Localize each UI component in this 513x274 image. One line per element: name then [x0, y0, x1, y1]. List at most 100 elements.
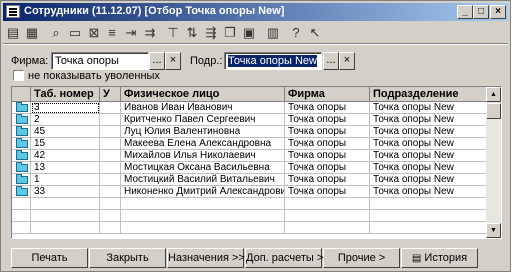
- history-button[interactable]: ▤ История: [401, 248, 478, 268]
- scroll-down-icon[interactable]: ▼: [486, 223, 501, 238]
- cell-department[interactable]: Точка опоры New: [370, 162, 487, 174]
- cell-department[interactable]: [370, 210, 487, 222]
- cell-firm[interactable]: Точка опоры: [285, 102, 370, 114]
- row-icon-cell[interactable]: [12, 210, 31, 222]
- grid-icon[interactable]: ▣: [241, 25, 257, 41]
- cell-firm[interactable]: Точка опоры: [285, 162, 370, 174]
- header-department[interactable]: Подразделение: [370, 87, 487, 102]
- title-bar[interactable]: Сотрудники (11.12.07) [Отбор Точка опоры…: [3, 3, 508, 21]
- row-icon-cell[interactable]: [12, 102, 31, 114]
- cell-department[interactable]: Точка опоры New: [370, 186, 487, 198]
- header-person[interactable]: Физическое лицо: [121, 87, 285, 102]
- cell-u[interactable]: [100, 222, 121, 234]
- cell-u[interactable]: [100, 186, 121, 198]
- cell-tab-number[interactable]: 45: [31, 126, 100, 138]
- scroll-up-icon[interactable]: ▲: [486, 87, 501, 102]
- row-icon-cell[interactable]: [12, 222, 31, 234]
- cell-person[interactable]: Иванов Иван Иванович: [121, 102, 285, 114]
- cell-firm[interactable]: Точка опоры: [285, 174, 370, 186]
- cell-department[interactable]: [370, 198, 487, 210]
- table-row[interactable]: 15 Макеева Елена Александровна Точка опоры…: [12, 138, 487, 150]
- header-firm[interactable]: Фирма: [285, 87, 370, 102]
- cell-department[interactable]: Точка опоры New: [370, 126, 487, 138]
- vertical-scrollbar[interactable]: ▲ ▼: [486, 87, 501, 238]
- cell-department[interactable]: Точка опоры New: [370, 174, 487, 186]
- cell-u[interactable]: [100, 174, 121, 186]
- header-u[interactable]: У: [100, 87, 121, 102]
- cell-tab-number[interactable]: [31, 222, 100, 234]
- cell-firm[interactable]: [285, 210, 370, 222]
- row-icon-cell[interactable]: [12, 198, 31, 210]
- cell-person[interactable]: Луц Юлия Валентиновна: [121, 126, 285, 138]
- cell-department[interactable]: Точка опоры New: [370, 150, 487, 162]
- cursor-help-icon[interactable]: ↖: [307, 25, 323, 41]
- cell-tab-number[interactable]: [31, 198, 100, 210]
- cell-firm[interactable]: Точка опоры: [285, 186, 370, 198]
- cell-tab-number[interactable]: 15: [31, 138, 100, 150]
- cell-firm[interactable]: Точка опоры: [285, 150, 370, 162]
- cell-person[interactable]: Мостицкий Василий Витальевич: [121, 174, 285, 186]
- table-row[interactable]: 2 Критченко Павел Сергеевич Точка опоры Точ…: [12, 114, 487, 126]
- header-tab-number[interactable]: Таб. номер: [31, 87, 100, 102]
- firm-clear-button[interactable]: ×: [165, 52, 181, 70]
- cell-tab-number[interactable]: 3: [31, 102, 100, 114]
- cell-u[interactable]: [100, 114, 121, 126]
- window-icon[interactable]: [6, 5, 20, 18]
- maximize-button[interactable]: □: [473, 5, 489, 19]
- find-icon[interactable]: ⌕: [48, 25, 64, 41]
- table-row[interactable]: [12, 210, 487, 222]
- row-icon-cell[interactable]: [12, 162, 31, 174]
- move-icon[interactable]: ⇥: [123, 25, 139, 41]
- cell-u[interactable]: [100, 102, 121, 114]
- cell-person[interactable]: [121, 198, 285, 210]
- cell-person[interactable]: Мостицкая Оксана Васильевна: [121, 162, 285, 174]
- row-icon-cell[interactable]: [12, 126, 31, 138]
- cell-tab-number[interactable]: 1: [31, 174, 100, 186]
- help-icon[interactable]: ?: [288, 25, 304, 41]
- minimize-button[interactable]: _: [457, 5, 473, 19]
- scroll-thumb[interactable]: [486, 103, 501, 119]
- cell-tab-number[interactable]: 42: [31, 150, 100, 162]
- table-row[interactable]: 42 Михайлов Илья Николаевич Точка опоры Точ…: [12, 150, 487, 162]
- cell-tab-number[interactable]: 33: [31, 186, 100, 198]
- row-icon-cell[interactable]: [12, 174, 31, 186]
- other-button[interactable]: Прочие >: [323, 248, 400, 268]
- table-icon[interactable]: ❐: [222, 25, 238, 41]
- filter-icon[interactable]: ≡: [104, 25, 120, 41]
- cell-person[interactable]: [121, 210, 285, 222]
- table-row[interactable]: 1 Мостицкий Василий Витальевич Точка опоры…: [12, 174, 487, 186]
- copy-icon[interactable]: ⇉: [142, 25, 158, 41]
- table-row[interactable]: 45 Луц Юлия Валентиновна Точка опоры Точка …: [12, 126, 487, 138]
- extra-calc-button[interactable]: Доп. расчеты >>: [245, 248, 330, 268]
- cell-firm[interactable]: [285, 198, 370, 210]
- row-icon-cell[interactable]: [12, 114, 31, 126]
- cell-person[interactable]: Макеева Елена Александровна: [121, 138, 285, 150]
- new-icon[interactable]: ▤: [5, 25, 21, 41]
- delete-icon[interactable]: ⊠: [86, 25, 102, 41]
- dept-field[interactable]: Точка опоры New: [224, 52, 322, 70]
- cell-firm[interactable]: Точка опоры: [285, 126, 370, 138]
- print-icon[interactable]: ⇶: [203, 25, 219, 41]
- paste-icon[interactable]: ⇅: [184, 25, 200, 41]
- cell-person[interactable]: Никоненко Дмитрий Александрович: [121, 186, 285, 198]
- dialog-icon[interactable]: ▥: [265, 25, 281, 41]
- cell-tab-number[interactable]: 2: [31, 114, 100, 126]
- cell-department[interactable]: Точка опоры New: [370, 138, 487, 150]
- close-button[interactable]: Закрыть: [89, 248, 166, 268]
- table-row[interactable]: [12, 198, 487, 210]
- cell-person[interactable]: [121, 222, 285, 234]
- dept-clear-button[interactable]: ×: [339, 52, 355, 70]
- row-icon-cell[interactable]: [12, 150, 31, 162]
- firm-browse-button[interactable]: ...: [149, 52, 165, 70]
- cell-u[interactable]: [100, 162, 121, 174]
- hide-fired-checkbox[interactable]: [13, 70, 24, 81]
- firm-field[interactable]: Точка опоры: [51, 52, 149, 70]
- close-window-button[interactable]: ×: [490, 5, 506, 19]
- cell-person[interactable]: Михайлов Илья Николаевич: [121, 150, 285, 162]
- table-row[interactable]: 33 Никоненко Дмитрий Александрович Точка о…: [12, 186, 487, 198]
- cell-u[interactable]: [100, 210, 121, 222]
- cell-tab-number[interactable]: 13: [31, 162, 100, 174]
- cell-u[interactable]: [100, 126, 121, 138]
- tree-icon[interactable]: ⊤: [165, 25, 181, 41]
- table-row[interactable]: 3 Иванов Иван Иванович Точка опоры Точка оп…: [12, 102, 487, 114]
